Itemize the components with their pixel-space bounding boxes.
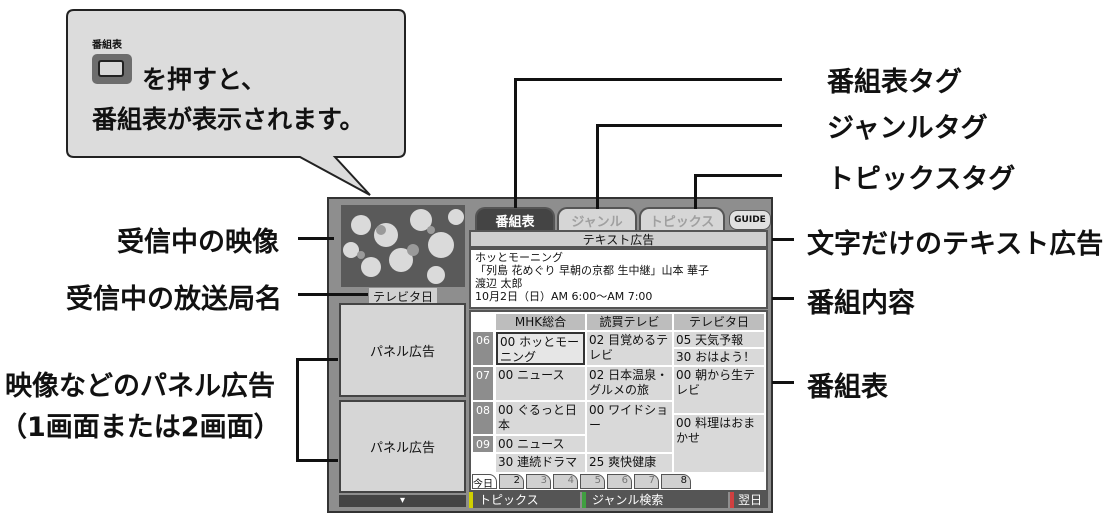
program-description: 「列島 花めぐり 早朝の京都 生中継」山本 華子 xyxy=(475,264,709,277)
leader-line xyxy=(298,237,334,240)
leader-line xyxy=(596,124,782,127)
leader-line xyxy=(298,293,368,296)
program-cell[interactable]: 30 おはよう！ xyxy=(674,349,764,365)
guide-logo: GUIDE xyxy=(729,210,771,230)
tab-program-guide[interactable]: 番組表 xyxy=(475,207,555,231)
channel-header-1: MHK総合 xyxy=(496,314,585,330)
label-receiving-video: 受信中の映像 xyxy=(117,227,279,258)
day-tab-5[interactable]: 5 xyxy=(580,474,605,489)
panel-ad-2[interactable]: パネル広告 xyxy=(339,400,466,493)
day-tab-4[interactable]: 4 xyxy=(553,474,578,489)
label-station-name: 受信中の放送局名 xyxy=(66,284,282,315)
leader-line xyxy=(514,78,517,208)
day-tab-7[interactable]: 7 xyxy=(634,474,659,489)
leader-line xyxy=(296,358,299,462)
day-tab-2[interactable]: 2 xyxy=(499,474,524,489)
channel-header-3: テレビタ日 xyxy=(674,314,764,330)
leader-line xyxy=(772,381,794,384)
program-cell[interactable]: 25 爽快健康 xyxy=(587,454,672,472)
topics-button[interactable]: トピックス xyxy=(469,492,580,508)
label-tab-program: 番組表タグ xyxy=(827,67,962,98)
day-tab-3[interactable]: 3 xyxy=(526,474,551,489)
tab-topics[interactable]: トピックス xyxy=(639,207,725,231)
text-ad[interactable]: テキスト広告 xyxy=(469,230,768,248)
bubble-line-2: 番組表が表示されます。 xyxy=(92,105,365,134)
label-tab-genre: ジャンルタグ xyxy=(827,113,988,144)
scroll-down-arrow[interactable]: ▾ xyxy=(339,495,466,507)
label-program-guide: 番組表 xyxy=(807,372,888,403)
program-cell[interactable]: 30 連続ドラマ xyxy=(496,454,585,472)
leader-line xyxy=(296,459,338,462)
button-caption: 番組表 xyxy=(92,40,122,51)
day-tab-8[interactable]: 8 xyxy=(661,474,691,489)
leader-line xyxy=(694,174,697,209)
day-tab-6[interactable]: 6 xyxy=(607,474,632,489)
leader-line xyxy=(772,297,794,300)
program-info-text: ホッとモーニング 「列島 花めぐり 早朝の京都 生中継」山本 華子 渡辺 太郎 … xyxy=(475,251,709,303)
program-title: ホッとモーニング xyxy=(475,251,563,264)
program-cell[interactable]: 00 朝から生テ レビ xyxy=(674,367,764,413)
program-cell[interactable]: 00 ニュース xyxy=(496,367,585,400)
hour-07: 07 xyxy=(473,367,493,400)
leader-line xyxy=(772,238,794,241)
leader-line xyxy=(514,78,782,81)
program-cell[interactable]: 00 料理はおま かせ xyxy=(674,415,764,472)
label-panel-ad-count: （1画面または2画面） xyxy=(0,412,281,443)
leader-line xyxy=(694,174,782,177)
day-tab-today[interactable]: 今日 xyxy=(472,474,497,490)
channel-header-2: 読買テレビ xyxy=(587,314,672,330)
label-program-content: 番組内容 xyxy=(807,288,915,319)
label-panel-ad: 映像などのパネル広告 xyxy=(5,371,275,402)
program-cell[interactable]: 00 ニュース xyxy=(496,436,585,452)
genre-search-button[interactable]: ジャンル検索 xyxy=(582,492,728,508)
label-text-ad: 文字だけのテキスト広告 xyxy=(807,229,1104,260)
bubble-line-1: を押すと、 xyxy=(142,65,267,94)
program-cast: 渡辺 太郎 xyxy=(475,277,523,290)
next-day-button[interactable]: 翌日 xyxy=(730,492,768,508)
guide-button-face xyxy=(98,60,124,77)
program-cell[interactable]: 02 日本温泉・ グルメの旅 xyxy=(587,367,672,400)
hour-08: 08 xyxy=(473,402,493,434)
hour-09: 09 xyxy=(473,436,493,452)
label-tab-topics: トピックスタグ xyxy=(827,164,1016,195)
program-cell-selected[interactable]: 00 ホッとモー ニング xyxy=(496,332,585,365)
panel-ad-1[interactable]: パネル広告 xyxy=(339,303,466,397)
program-cell[interactable]: 00 ぐるっと日 本 xyxy=(496,402,585,434)
live-video-thumbnail xyxy=(341,205,465,287)
leader-line xyxy=(296,358,338,361)
program-cell[interactable]: 00 ワイドショ ー xyxy=(587,402,672,452)
hour-06: 06 xyxy=(473,332,493,365)
tab-genre[interactable]: ジャンル xyxy=(557,207,637,231)
program-time: 10月2日（日）AM 6:00～AM 7:00 xyxy=(475,290,653,303)
leader-line xyxy=(596,124,599,209)
program-cell[interactable]: 05 天気予報 xyxy=(674,332,764,347)
program-cell[interactable]: 02 目覚めるテ レビ xyxy=(587,332,672,365)
